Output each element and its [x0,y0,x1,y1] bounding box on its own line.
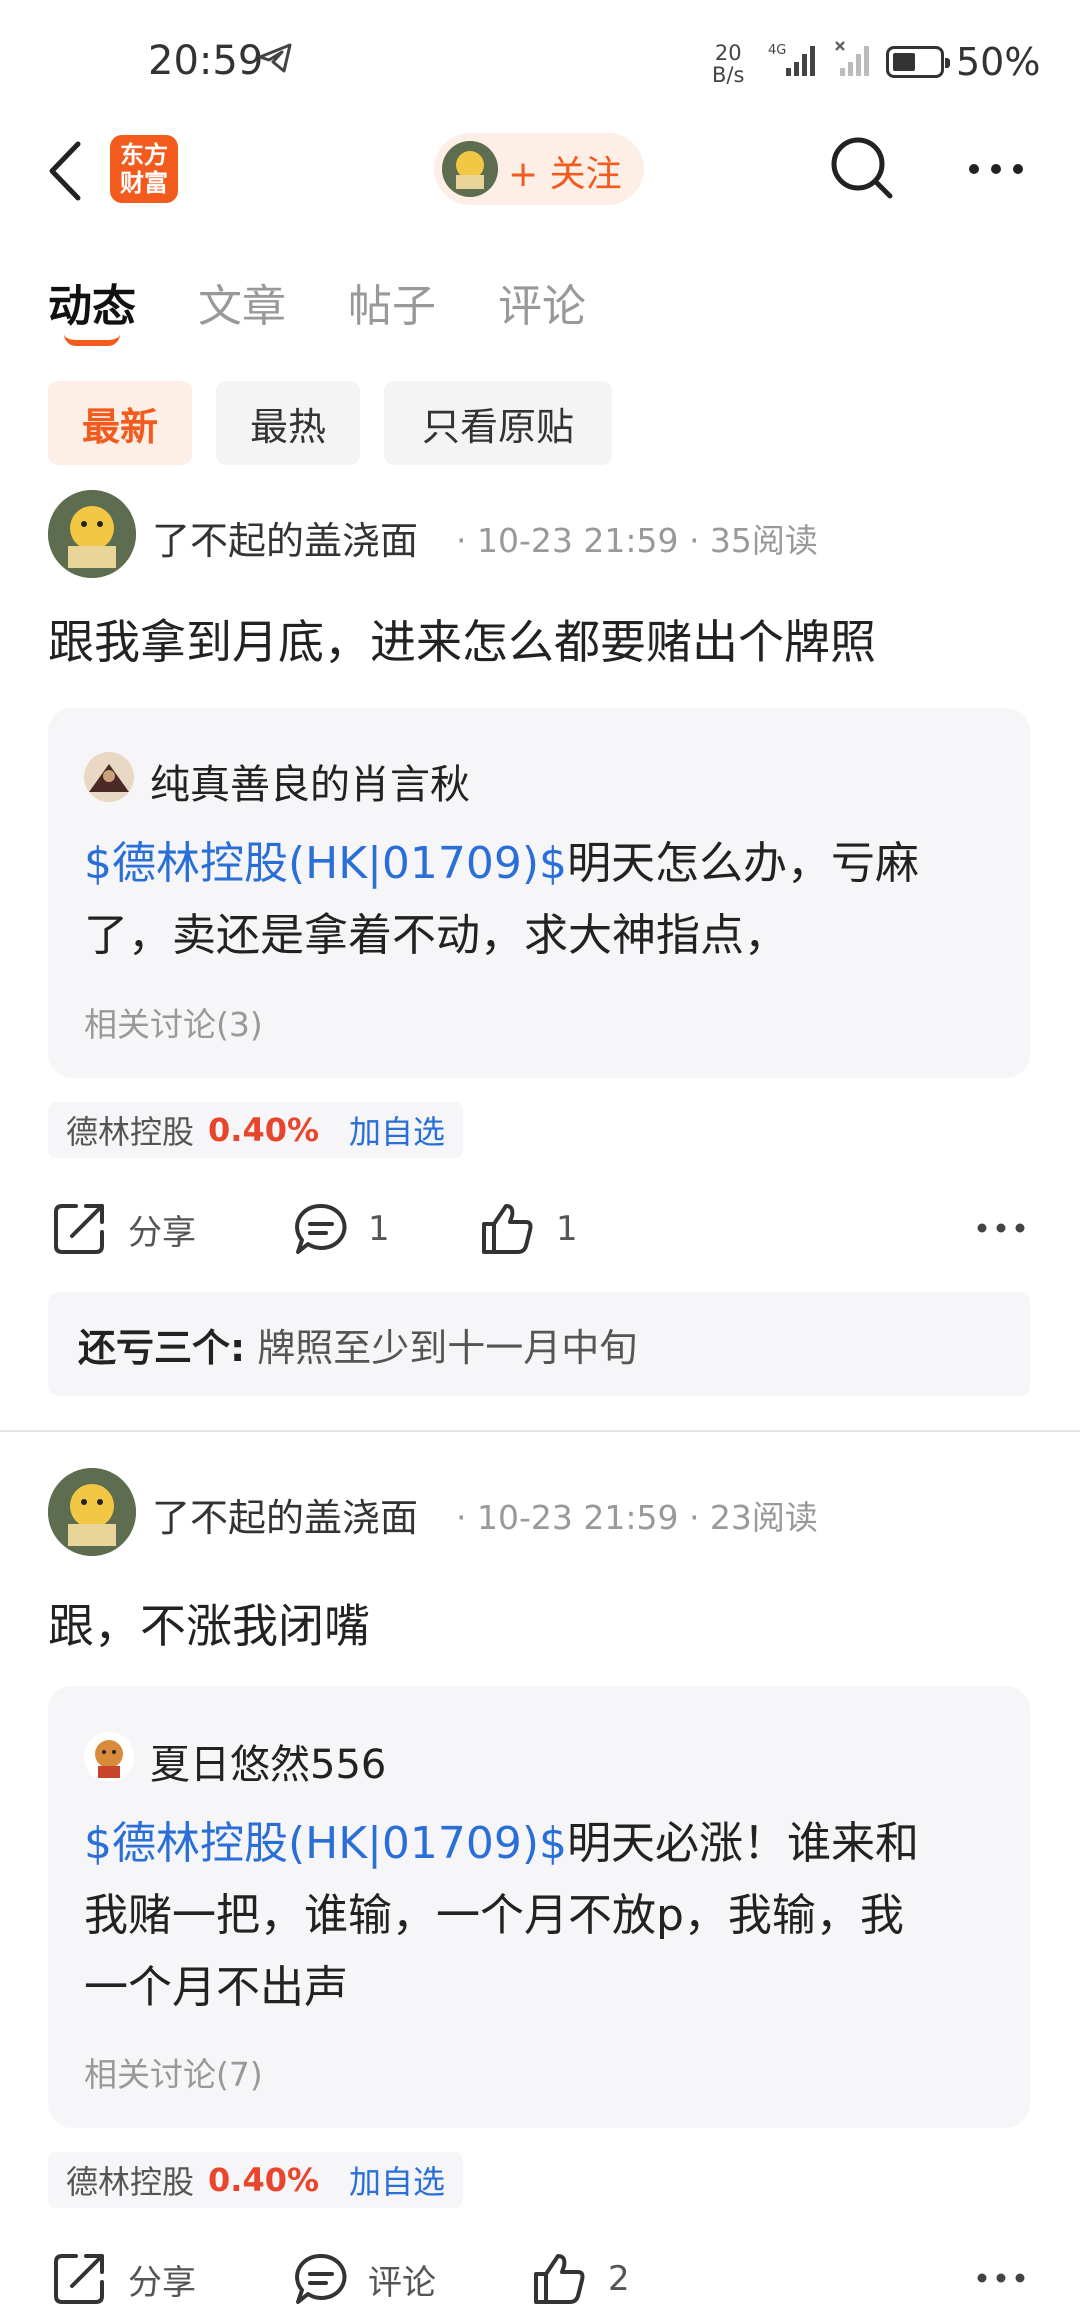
search-button[interactable] [830,136,894,202]
more-dots-icon [977,1223,1025,1233]
post-more-button[interactable] [976,2268,1026,2288]
related-discussions[interactable]: 相关讨论(3) [84,998,263,1046]
tab-posts[interactable]: 帖子 [348,270,436,334]
quote-text: $德林控股(HK|01709)$明天必涨！谁来和 我赌一把，谁输，一个月不放p，… [84,1818,920,2013]
network-speed: 20 B/s [712,41,745,87]
add-watchlist-button[interactable]: 加自选 [349,2157,445,2203]
filter-latest[interactable]: 最新 [48,381,192,465]
battery-icon [886,46,950,78]
comment-preview[interactable]: 还亏三个: 牌照至少到十一月中旬 [48,1292,1030,1396]
post-author-avatar[interactable] [48,1468,136,1556]
comment-author: 还亏三个: [78,1325,246,1370]
quote-author-name[interactable]: 纯真善良的肖言秋 [150,752,470,810]
stock-tag[interactable]: 德林控股 0.40% 加自选 [48,2152,464,2208]
quote-author-name[interactable]: 夏日悠然556 [150,1732,386,1790]
quote-author-avatar [84,1732,134,1782]
share-button[interactable]: 分享 [52,1202,196,1256]
active-tab-indicator [64,334,120,346]
stock-name: 德林控股 [66,1113,195,1151]
quoted-post[interactable]: 纯真善良的肖言秋 $德林控股(HK|01709)$明天怎么办，亏麻 了，卖还是拿… [48,708,1030,1078]
add-watchlist-button[interactable]: 加自选 [349,1107,445,1153]
stock-change: 0.40% [208,2161,320,2199]
post-meta: · 10-23 21:59 · 35阅读 [456,521,818,560]
more-options-button[interactable] [966,154,1026,184]
post-divider [0,1430,1080,1432]
thumbs-up-icon [482,1204,533,1254]
share-icon [54,1204,104,1254]
share-button[interactable]: 分享 [52,2252,196,2306]
stock-change: 0.40% [208,1111,320,1149]
post-content[interactable]: 跟我拿到月底，进来怎么都要赌出个牌照 [48,606,876,672]
more-dots-icon [969,164,1023,174]
filter-original-only[interactable]: 只看原贴 [384,381,612,465]
post-content[interactable]: 跟，不涨我闭嘴 [48,1590,370,1656]
telegram-icon [258,42,292,82]
post-author-avatar[interactable] [48,490,136,578]
related-discussions[interactable]: 相关讨论(7) [84,2048,263,2096]
tab-dynamic[interactable]: 动态 [48,270,136,334]
status-time: 20:59 [148,38,264,84]
tab-comments[interactable]: 评论 [498,270,586,334]
comment-button[interactable]: 评论 [294,2252,436,2306]
share-icon [54,2254,104,2304]
signal-empty-icon [834,40,874,84]
stock-name: 德林控股 [66,2163,195,2201]
quoted-post[interactable]: 夏日悠然556 $德林控股(HK|01709)$明天必涨！谁来和 我赌一把，谁输… [48,1686,1030,2128]
follow-label: + 关注 [508,154,622,195]
comment-text: 牌照至少到十一月中旬 [257,1325,638,1370]
post-meta: · 10-23 21:59 · 23阅读 [456,1498,818,1537]
search-icon [831,137,893,199]
svg-text:4G: 4G [768,43,786,58]
app-logo: 东方 财富 [110,135,178,203]
thumbs-up-icon [534,2254,585,2304]
filter-hottest[interactable]: 最热 [216,381,360,465]
tab-articles[interactable]: 文章 [198,270,286,334]
post-author-name[interactable]: 了不起的盖浇面 [152,510,418,565]
comment-icon [295,1203,347,1254]
comment-icon [295,2253,347,2304]
stock-link[interactable]: $德林控股(HK|01709)$ [84,1818,567,1869]
follow-button[interactable]: + 关注 [434,133,644,205]
like-button[interactable]: 1 [480,1202,578,1256]
signal-4g-icon: 4G [768,40,824,84]
post-more-button[interactable] [976,1218,1026,1238]
back-button[interactable] [44,140,88,202]
quote-text: $德林控股(HK|01709)$明天怎么办，亏麻 了，卖还是拿着不动，求大神指点… [84,838,920,961]
chevron-left-icon [49,141,81,201]
stock-link[interactable]: $德林控股(HK|01709)$ [84,838,567,889]
comment-button[interactable]: 1 [294,1202,390,1256]
user-avatar [442,141,498,197]
like-button[interactable]: 2 [532,2252,630,2306]
more-dots-icon [977,2273,1025,2283]
post-author-name[interactable]: 了不起的盖浇面 [152,1487,418,1542]
status-bar: 20:59 20 B/s 4G 50% [0,0,1080,120]
battery-percent: 50% [956,40,1041,84]
quote-author-avatar [84,752,134,802]
stock-tag[interactable]: 德林控股 0.40% 加自选 [48,1102,464,1158]
